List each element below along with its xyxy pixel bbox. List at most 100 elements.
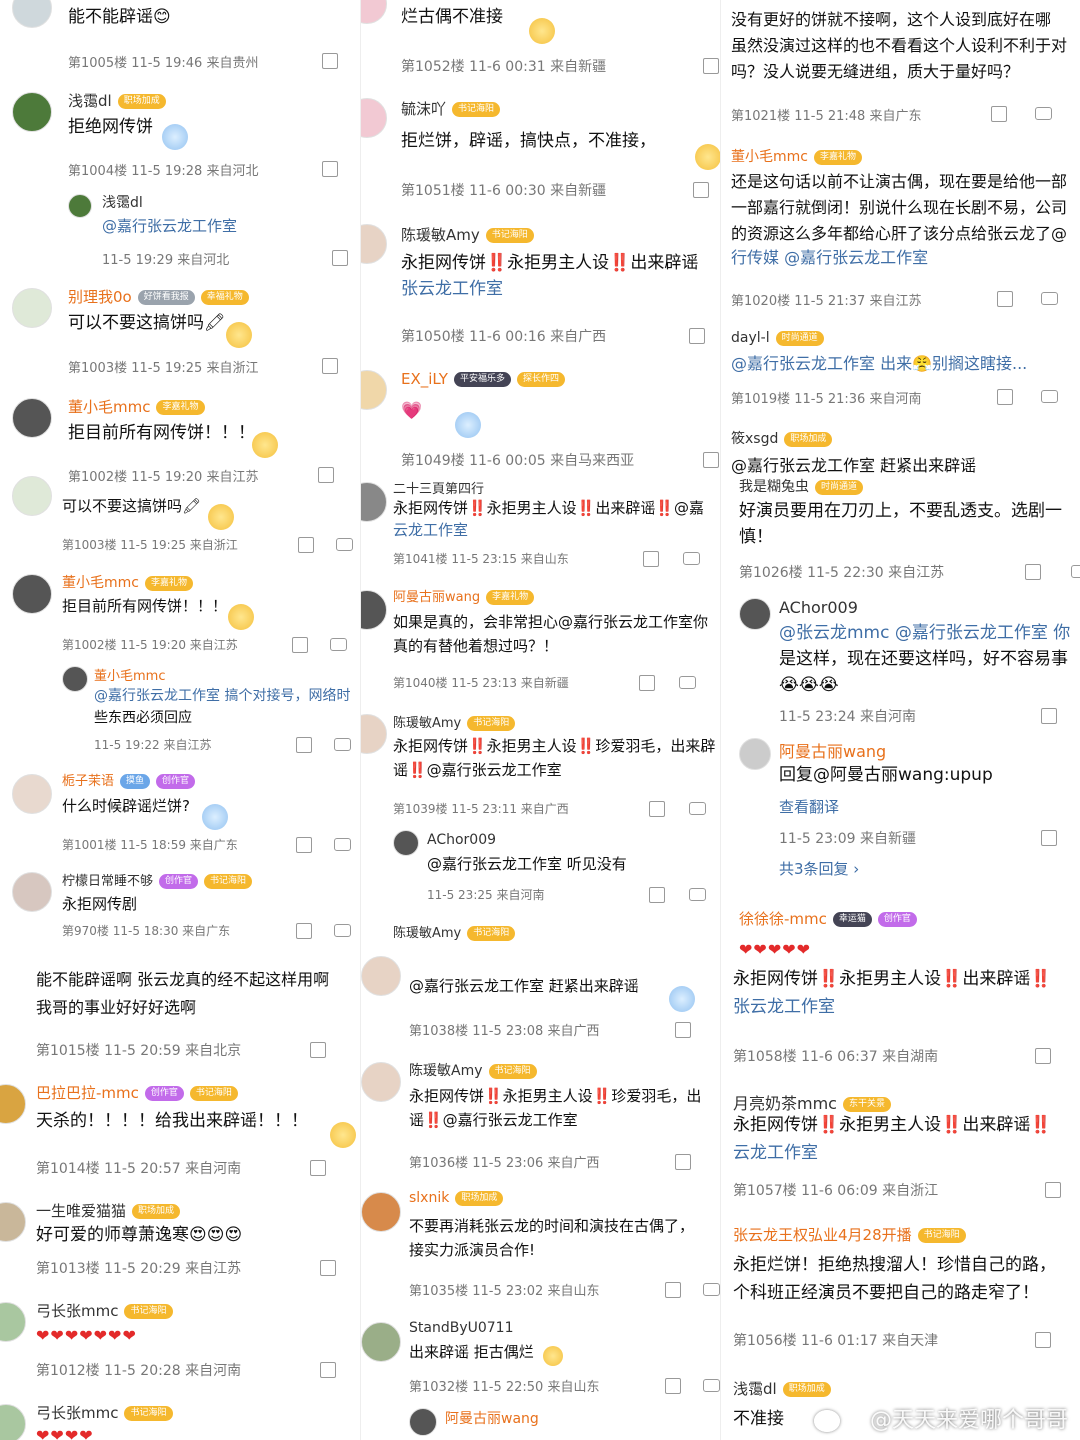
username[interactable]: 陈瑗敏Amy 书记海阳 <box>409 1060 537 1080</box>
comment-mention[interactable]: 张云龙工作室 <box>401 276 503 303</box>
avatar[interactable] <box>12 288 52 328</box>
reply-username[interactable]: AChor009 <box>427 832 496 848</box>
username[interactable]: 徐徐徐-mmc 幸运猫 创作官 <box>739 908 917 929</box>
username[interactable]: 陈瑗敏Amy 书记海阳 <box>393 712 516 731</box>
share-icon[interactable] <box>320 1362 336 1378</box>
username[interactable]: 董小毛mmc 李嘉礼物 <box>62 572 193 592</box>
comment-icon[interactable] <box>683 552 700 565</box>
share-icon[interactable] <box>1035 1048 1051 1064</box>
reply-avatar[interactable] <box>393 830 419 856</box>
share-icon[interactable] <box>296 923 312 939</box>
avatar[interactable] <box>361 0 387 24</box>
username[interactable]: 别理我0o 好饼看我报 幸福礼物 <box>68 286 249 307</box>
share-icon[interactable] <box>997 291 1013 307</box>
comment-icon[interactable] <box>679 676 696 689</box>
comment-icon[interactable] <box>703 1379 720 1392</box>
username[interactable]: 一生唯爱猫猫 职场加成 <box>36 1200 181 1221</box>
share-icon[interactable] <box>292 637 308 653</box>
share-icon[interactable] <box>997 389 1013 405</box>
comment-mention[interactable]: 云龙工作室 <box>393 518 468 542</box>
comment-icon[interactable] <box>1071 565 1080 578</box>
avatar[interactable] <box>409 1408 437 1436</box>
avatar[interactable] <box>12 872 52 912</box>
username[interactable]: 陈瑗敏Amy 书记海阳 <box>393 922 516 941</box>
share-icon[interactable] <box>320 1260 336 1276</box>
share-icon[interactable] <box>296 737 312 753</box>
translate-link[interactable]: 查看翻译 <box>779 796 839 817</box>
comment-mention[interactable]: 张云龙工作室 <box>733 994 835 1021</box>
share-icon[interactable] <box>991 106 1007 122</box>
reply-text[interactable]: @嘉行张云龙工作室 <box>102 214 237 238</box>
username[interactable]: 筱xsgd 职场加成 <box>731 428 833 448</box>
share-icon[interactable] <box>665 1282 681 1298</box>
username[interactable]: 弓长张mmc 书记海阳 <box>36 1402 173 1423</box>
reply-avatar[interactable] <box>62 666 88 692</box>
reply-username[interactable]: 董小毛mmc <box>94 665 165 684</box>
username[interactable]: 我是糊兔虫 时尚通道 <box>739 476 864 496</box>
reply-avatar[interactable] <box>739 598 771 630</box>
username[interactable]: 柠檬日常睡不够 创作官 书记海阳 <box>62 870 253 889</box>
comment-icon[interactable] <box>703 1283 720 1296</box>
avatar[interactable] <box>12 92 52 132</box>
avatar[interactable] <box>12 398 52 438</box>
share-icon[interactable] <box>322 358 338 374</box>
comment-icon[interactable] <box>1041 390 1058 403</box>
comment-mention[interactable]: 行传媒 @嘉行张云龙工作室 <box>731 246 928 270</box>
username[interactable]: 张云龙王权弘业4月28开播 书记海阳 <box>733 1224 966 1245</box>
share-icon[interactable] <box>675 1154 691 1170</box>
share-icon[interactable] <box>1045 1182 1061 1198</box>
share-icon[interactable] <box>689 328 705 344</box>
username[interactable]: 栀子茉语 摸鱼 创作官 <box>62 770 196 789</box>
username[interactable]: 阿曼古丽wang <box>445 1408 539 1428</box>
avatar[interactable] <box>361 1322 401 1362</box>
comment-icon[interactable] <box>334 738 351 751</box>
avatar[interactable] <box>12 0 52 28</box>
share-icon[interactable] <box>310 1042 326 1058</box>
username[interactable]: 陈瑗敏Amy 书记海阳 <box>401 224 534 245</box>
avatar[interactable] <box>12 774 52 814</box>
reply-username[interactable]: 浅霭dl <box>102 192 143 212</box>
username[interactable]: 董小毛mmc 李嘉礼物 <box>68 396 205 417</box>
username[interactable]: StandByU0711 <box>409 1320 513 1336</box>
avatar[interactable] <box>361 1062 401 1102</box>
share-icon[interactable] <box>322 161 338 177</box>
avatar[interactable] <box>361 714 387 754</box>
reply-username[interactable]: AChor009 <box>779 598 858 617</box>
avatar[interactable] <box>12 476 52 516</box>
comment-icon[interactable] <box>1035 107 1052 120</box>
avatar[interactable] <box>0 1302 26 1342</box>
comment-icon[interactable] <box>689 888 706 901</box>
avatar[interactable] <box>361 956 401 996</box>
avatar[interactable] <box>361 224 387 264</box>
share-icon[interactable] <box>693 182 709 198</box>
comment-icon[interactable] <box>330 638 347 651</box>
comment-icon[interactable] <box>334 924 351 937</box>
share-icon[interactable] <box>1025 564 1041 580</box>
comment-icon[interactable] <box>334 838 351 851</box>
share-icon[interactable] <box>649 801 665 817</box>
comment-icon[interactable] <box>336 538 353 551</box>
reply-avatar[interactable] <box>739 738 771 770</box>
avatar[interactable] <box>361 1192 401 1232</box>
share-icon[interactable] <box>643 551 659 567</box>
comment-icon[interactable] <box>689 802 706 815</box>
avatar[interactable] <box>0 1202 26 1242</box>
avatar[interactable] <box>361 590 387 630</box>
share-icon[interactable] <box>322 53 338 69</box>
comment-icon[interactable] <box>1041 292 1058 305</box>
username[interactable]: dayl-l 时尚通道 <box>731 330 824 346</box>
avatar[interactable] <box>0 1404 26 1440</box>
username[interactable]: 阿曼古丽wang 李嘉礼物 <box>393 586 535 605</box>
share-icon[interactable] <box>1041 830 1057 846</box>
share-icon[interactable] <box>332 250 348 266</box>
username[interactable]: 毓沫吖 书记海阳 <box>401 98 501 119</box>
avatar[interactable] <box>0 1084 26 1124</box>
username[interactable]: slxnik 职场加成 <box>409 1190 504 1206</box>
username[interactable]: 董小毛mmc 李嘉礼物 <box>731 146 862 166</box>
share-icon[interactable] <box>649 887 665 903</box>
avatar[interactable] <box>361 98 387 138</box>
username[interactable]: 浅霭dl 职场加成 <box>68 90 166 111</box>
reply-username[interactable]: 阿曼古丽wang <box>779 738 886 762</box>
share-icon[interactable] <box>1035 1332 1051 1348</box>
share-icon[interactable] <box>665 1378 681 1394</box>
